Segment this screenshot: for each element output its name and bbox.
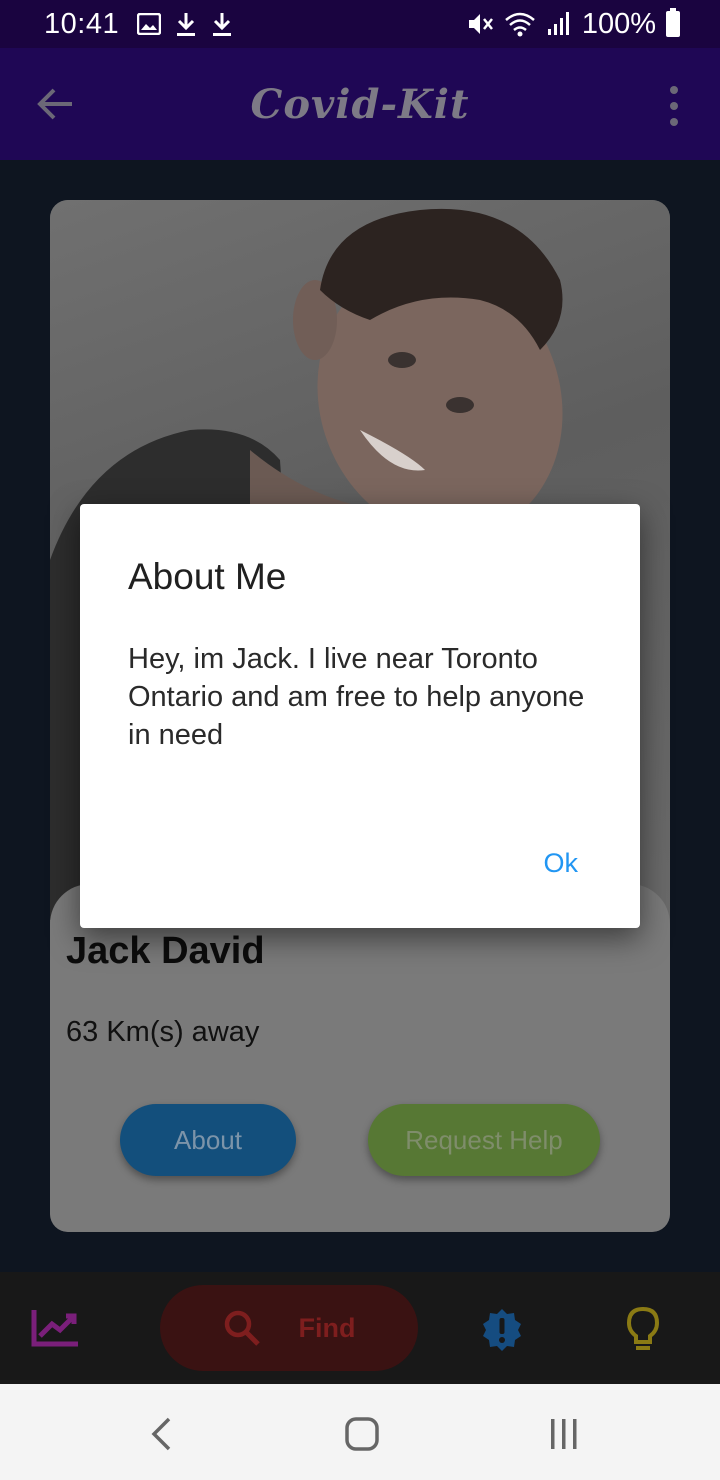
- app-bar: Covid-Kit: [0, 48, 720, 160]
- alert-badge-icon: [483, 1309, 521, 1351]
- dialog-ok-button[interactable]: Ok: [543, 848, 578, 879]
- lightbulb-icon: [626, 1306, 660, 1350]
- bottom-navigation: Find: [0, 1272, 720, 1384]
- search-icon: [224, 1310, 260, 1346]
- mute-icon: [468, 14, 493, 34]
- gallery-icon: [137, 13, 162, 35]
- profile-info-panel: Jack David 63 Km(s) away About Request H…: [50, 884, 670, 1232]
- nav-trends[interactable]: [30, 1308, 82, 1348]
- app-title: Covid-Kit: [250, 80, 470, 128]
- dialog-title: About Me: [128, 556, 287, 597]
- wifi-icon: [505, 12, 535, 37]
- distance-label: 63 Km(s) away: [66, 1016, 260, 1048]
- system-back-icon[interactable]: [150, 1416, 172, 1452]
- download-icon: [213, 13, 232, 36]
- overflow-menu-icon[interactable]: [668, 86, 680, 126]
- nav-find-label: Find: [298, 1312, 356, 1343]
- trending-up-icon: [31, 1310, 78, 1347]
- signal-icon: [547, 12, 569, 35]
- system-navigation-bar: [0, 1384, 720, 1480]
- nav-tips[interactable]: [626, 1306, 660, 1352]
- about-button[interactable]: About: [120, 1104, 296, 1176]
- system-home-icon[interactable]: [344, 1416, 380, 1452]
- battery-percent: 100%: [581, 7, 656, 40]
- nav-find[interactable]: Find: [160, 1285, 418, 1371]
- download-icon: [177, 13, 196, 36]
- system-recents-icon[interactable]: [548, 1416, 580, 1452]
- nav-alerts[interactable]: [480, 1308, 524, 1352]
- dialog-body: Hey, im Jack. I live near Toronto Ontari…: [128, 643, 585, 751]
- about-me-dialog: About Me Hey, im Jack. I live near Toron…: [80, 504, 640, 928]
- person-name: Jack David: [66, 930, 265, 972]
- status-notification-icons: [137, 11, 233, 37]
- status-bar: 10:41 100%: [0, 0, 720, 48]
- battery-icon: [666, 8, 680, 37]
- status-system-icons: 100%: [466, 8, 680, 41]
- status-time: 10:41: [44, 7, 120, 40]
- request-help-button[interactable]: Request Help: [368, 1104, 600, 1176]
